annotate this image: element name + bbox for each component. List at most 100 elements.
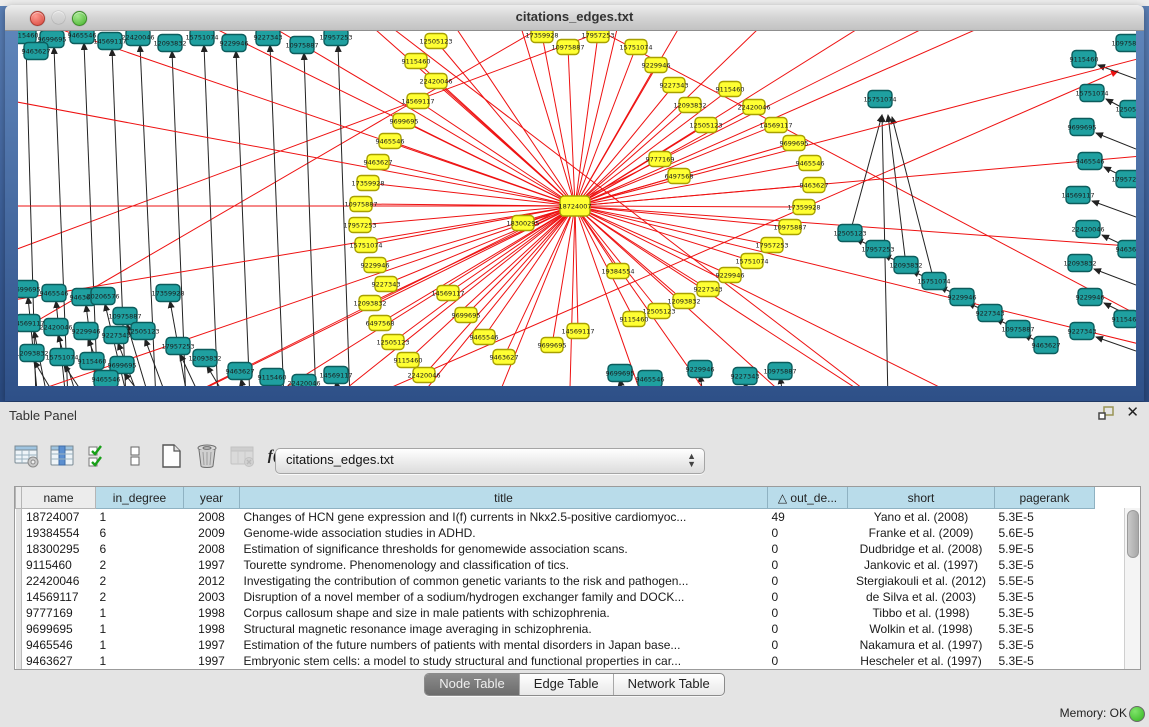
graph-edge[interactable]: [172, 51, 186, 386]
graph-selected-node[interactable]: 9699695: [780, 136, 809, 151]
table-cell[interactable]: [1095, 509, 1127, 526]
table-cell[interactable]: Changes of HCN gene expression and I(f) …: [240, 509, 768, 526]
table-cell[interactable]: 18724007: [22, 509, 96, 526]
table-cell[interactable]: 5.3E-5: [995, 653, 1095, 669]
network-graph[interactable]: 1250512391154602242004614569117969969594…: [18, 31, 1136, 386]
table-cell[interactable]: 1997: [184, 557, 240, 573]
table-row[interactable]: 911546021997Tourette syndrome. Phenomeno…: [16, 557, 1127, 573]
graph-node[interactable]: 9227343: [731, 368, 760, 385]
graph-selected-node[interactable]: 9777169: [646, 152, 675, 167]
table-cell[interactable]: 5.9E-5: [995, 541, 1095, 557]
column-header-name[interactable]: name: [22, 487, 96, 509]
graph-node[interactable]: 9229946: [220, 35, 249, 52]
table-row[interactable]: 1830029562008Estimation of significance …: [16, 541, 1127, 557]
graph-edge[interactable]: [568, 47, 575, 206]
table-cell[interactable]: [1095, 653, 1127, 669]
graph-edge[interactable]: [404, 121, 575, 206]
table-row[interactable]: 1938455462009Genome-wide association stu…: [16, 525, 1127, 541]
graph-edge[interactable]: [575, 206, 1068, 386]
graph-node[interactable]: 9229946: [948, 289, 977, 306]
table-cell[interactable]: Embryonic stem cells: a model to study s…: [240, 653, 768, 669]
graph-edge[interactable]: [318, 31, 918, 386]
table-cell[interactable]: 19384554: [22, 525, 96, 541]
select-all-icon[interactable]: [82, 441, 116, 471]
graph-hub-node[interactable]: 18724007: [558, 196, 591, 216]
column-header-title[interactable]: title: [240, 487, 768, 509]
table-cell[interactable]: 5.6E-5: [995, 525, 1095, 541]
graph-edge[interactable]: [380, 206, 575, 323]
table-cell[interactable]: [1095, 605, 1127, 621]
graph-selected-node[interactable]: 9463627: [364, 155, 393, 170]
table-vertical-scrollbar[interactable]: [1124, 508, 1140, 669]
graph-selected-node[interactable]: 15751074: [619, 40, 652, 55]
table-cell[interactable]: 0: [768, 605, 848, 621]
table-cell[interactable]: 6: [96, 541, 184, 557]
graph-edge[interactable]: [338, 45, 350, 386]
graph-node[interactable]: 10975887: [763, 363, 796, 380]
table-cell[interactable]: Estimation of significance thresholds fo…: [240, 541, 768, 557]
table-row[interactable]: 1456911722003Disruption of a novel membe…: [16, 589, 1127, 605]
network-window[interactable]: citations_edges.txt 12505123911546022420…: [5, 5, 1144, 401]
table-cell[interactable]: 9699695: [22, 621, 96, 637]
graph-edge[interactable]: [236, 51, 250, 386]
table-cell[interactable]: 2: [96, 557, 184, 573]
new-column-icon[interactable]: [154, 441, 188, 471]
table-cell[interactable]: 2: [96, 573, 184, 589]
graph-node[interactable]: 12505123: [833, 225, 866, 242]
graph-node[interactable]: 12093832: [889, 257, 922, 274]
graph-node[interactable]: 9227343: [254, 31, 283, 46]
graph-node[interactable]: 9465546: [92, 371, 121, 387]
table-cell[interactable]: 9777169: [22, 605, 96, 621]
graph-node[interactable]: 9115460: [1070, 51, 1099, 68]
table-cell[interactable]: 1997: [184, 653, 240, 669]
graph-node[interactable]: 20206576: [86, 288, 119, 305]
graph-node[interactable]: 12093832: [153, 35, 186, 52]
graph-edge[interactable]: [204, 45, 218, 386]
table-cell[interactable]: 1997: [184, 637, 240, 653]
graph-selected-node[interactable]: 9699695: [390, 114, 419, 129]
graph-edge[interactable]: [575, 31, 638, 206]
table-cell[interactable]: 49: [768, 509, 848, 526]
table-cell[interactable]: [1095, 621, 1127, 637]
table-cell[interactable]: Tibbo et al. (1998): [848, 605, 995, 621]
graph-selected-node[interactable]: 9115460: [716, 82, 745, 97]
table-cell[interactable]: 22420046: [22, 573, 96, 589]
graph-edge[interactable]: [26, 43, 36, 386]
table-cell[interactable]: 2008: [184, 509, 240, 526]
graph-edge[interactable]: [575, 51, 1136, 206]
graph-selected-node[interactable]: 9227343: [694, 282, 723, 297]
graph-selected-node[interactable]: 6497568: [366, 316, 395, 331]
tab-edge-table[interactable]: Edge Table: [520, 674, 614, 695]
table-cell[interactable]: 0: [768, 589, 848, 605]
table-cell[interactable]: 5.3E-5: [995, 509, 1095, 526]
graph-selected-node[interactable]: 15751074: [735, 254, 768, 269]
graph-node[interactable]: 12505123: [126, 323, 159, 340]
table-cell[interactable]: 0: [768, 573, 848, 589]
graph-selected-node[interactable]: 9229946: [716, 268, 745, 283]
scrollbar-thumb[interactable]: [1127, 510, 1139, 558]
table-cell[interactable]: Nakamura et al. (1997): [848, 637, 995, 653]
graph-node[interactable]: 17359928: [151, 285, 184, 302]
table-selector-dropdown[interactable]: citations_edges.txt ▲▼: [275, 448, 705, 474]
tab-network-table[interactable]: Network Table: [614, 674, 724, 695]
table-cell[interactable]: 5.3E-5: [995, 637, 1095, 653]
graph-selected-node[interactable]: 12505123: [419, 34, 452, 49]
graph-edge[interactable]: [386, 206, 575, 284]
graph-node[interactable]: 9229946: [1076, 289, 1105, 306]
graph-edge[interactable]: [575, 206, 578, 331]
table-cell[interactable]: Yano et al. (2008): [848, 509, 995, 526]
graph-node[interactable]: 17957253: [319, 31, 352, 46]
table-cell[interactable]: 0: [768, 557, 848, 573]
table-cell[interactable]: 6: [96, 525, 184, 541]
show-columns-icon[interactable]: [46, 441, 80, 471]
graph-node[interactable]: 15751074: [1075, 85, 1108, 102]
graph-edge[interactable]: [568, 206, 575, 386]
graph-node[interactable]: 9115460: [18, 31, 38, 44]
delete-table-icon[interactable]: [226, 441, 260, 471]
graph-node[interactable]: 15751074: [45, 349, 78, 366]
graph-edge[interactable]: [1094, 269, 1136, 285]
graph-node[interactable]: 9699695: [606, 365, 635, 382]
graph-selected-node[interactable]: 9465546: [376, 134, 405, 149]
table-cell[interactable]: Corpus callosum shape and size in male p…: [240, 605, 768, 621]
graph-node[interactable]: 9115460: [78, 353, 107, 370]
